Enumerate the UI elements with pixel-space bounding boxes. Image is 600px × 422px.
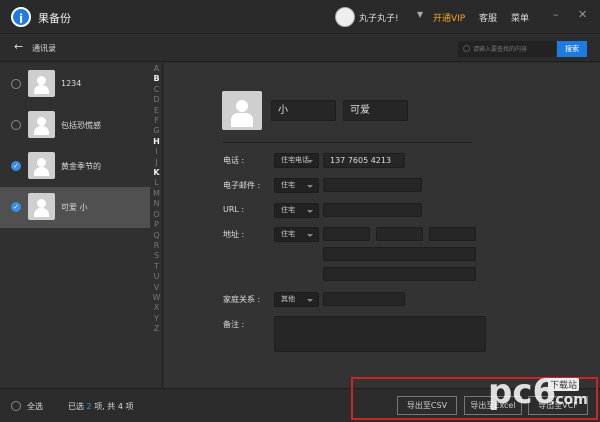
family-field[interactable] bbox=[323, 292, 405, 306]
contact-name: 可爱 小 bbox=[61, 203, 88, 212]
contact-avatar bbox=[28, 70, 55, 97]
index-letter[interactable]: R bbox=[150, 241, 163, 251]
phone-type-select[interactable]: 住宅电话 bbox=[274, 153, 319, 168]
sub-header: ← 通讯录 请输入要查找的内容 搜索 bbox=[0, 35, 600, 62]
index-letter[interactable]: I bbox=[150, 147, 163, 157]
app-title: 果备份 bbox=[38, 12, 71, 25]
contact-list-item[interactable]: ✓ 黄金季节的 bbox=[0, 146, 150, 187]
contact-checkbox[interactable]: ✓ bbox=[11, 202, 21, 212]
address-type-select[interactable]: 住宅 bbox=[274, 227, 319, 242]
email-type-select[interactable]: 住宅 bbox=[274, 178, 319, 193]
index-letter[interactable]: W bbox=[150, 293, 163, 303]
address-field-5[interactable] bbox=[323, 267, 476, 281]
index-letter[interactable]: G bbox=[150, 126, 163, 136]
contact-checkbox[interactable]: ✓ bbox=[11, 161, 21, 171]
index-letter[interactable]: A bbox=[150, 64, 163, 74]
contact-list-item[interactable]: ✓ 可爱 小 bbox=[0, 187, 150, 228]
address-field-3[interactable] bbox=[429, 227, 476, 241]
index-letter[interactable]: T bbox=[150, 262, 163, 272]
index-letter[interactable]: P bbox=[150, 220, 163, 230]
search-placeholder: 请输入要查找的内容 bbox=[473, 46, 528, 53]
search-icon bbox=[463, 45, 470, 52]
user-dropdown-icon[interactable]: ▼ bbox=[417, 10, 423, 19]
contact-avatar bbox=[28, 111, 55, 138]
address-field-4[interactable] bbox=[323, 247, 476, 261]
url-label: URL : bbox=[223, 205, 245, 214]
index-letter[interactable]: Y bbox=[150, 314, 163, 324]
contact-name: 包括恐慌感 bbox=[61, 121, 101, 130]
selected-prefix: 已选 bbox=[68, 402, 84, 411]
index-letter[interactable]: S bbox=[150, 251, 163, 261]
index-letter[interactable]: O bbox=[150, 210, 163, 220]
close-icon[interactable]: ✕ bbox=[578, 8, 587, 21]
contact-checkbox[interactable] bbox=[11, 79, 21, 89]
vip-link[interactable]: 开通VIP bbox=[433, 11, 465, 24]
index-letter[interactable]: V bbox=[150, 283, 163, 293]
selected-suffix: 项 bbox=[125, 402, 134, 411]
select-all-checkbox[interactable] bbox=[11, 401, 21, 411]
url-type-select[interactable]: 住宅 bbox=[274, 203, 319, 218]
index-letter[interactable]: F bbox=[150, 116, 163, 126]
service-link[interactable]: 客服 bbox=[479, 11, 497, 24]
index-letter[interactable]: J bbox=[150, 158, 163, 168]
index-letter[interactable]: D bbox=[150, 95, 163, 105]
index-letter[interactable]: Z bbox=[150, 324, 163, 334]
watermark-logo: pc6 bbox=[488, 372, 557, 412]
index-letter[interactable]: E bbox=[150, 106, 163, 116]
phone-label: 电话 : bbox=[223, 156, 245, 165]
contact-name: 1234 bbox=[61, 79, 82, 88]
index-letter[interactable]: N bbox=[150, 199, 163, 209]
address-field-2[interactable] bbox=[376, 227, 423, 241]
index-letter[interactable]: M bbox=[150, 189, 163, 199]
selection-status: 已选 2 项, 共 4 项 bbox=[68, 401, 133, 412]
app-logo-icon: i bbox=[11, 7, 31, 27]
contact-avatar bbox=[28, 193, 55, 220]
first-name-field[interactable]: 小 bbox=[271, 100, 336, 121]
email-field[interactable] bbox=[323, 178, 422, 192]
selected-count: 2 bbox=[86, 402, 92, 411]
select-all-label[interactable]: 全选 bbox=[27, 401, 43, 412]
notes-field[interactable] bbox=[274, 316, 486, 352]
total-count: 4 bbox=[117, 402, 123, 411]
minimize-icon[interactable]: – bbox=[553, 8, 559, 21]
family-type-select[interactable]: 其他 bbox=[274, 292, 319, 307]
selected-mid: 项, 共 bbox=[94, 402, 116, 411]
address-label: 地址 : bbox=[223, 230, 245, 239]
contact-name: 黄金季节的 bbox=[61, 162, 101, 171]
index-letter[interactable]: Q bbox=[150, 231, 163, 241]
index-letter[interactable]: K bbox=[150, 168, 163, 178]
search-input[interactable]: 请输入要查找的内容 bbox=[458, 41, 556, 57]
contact-checkbox[interactable] bbox=[11, 120, 21, 130]
address-field-1[interactable] bbox=[323, 227, 370, 241]
watermark-badge: 下载站 bbox=[548, 378, 580, 391]
index-letter[interactable]: H bbox=[150, 137, 163, 147]
index-letter[interactable]: U bbox=[150, 272, 163, 282]
contact-list-item[interactable]: 包括恐慌感 bbox=[0, 105, 150, 146]
user-name[interactable]: 丸子丸子! bbox=[359, 11, 399, 24]
search-button[interactable]: 搜索 bbox=[557, 41, 587, 57]
index-letter[interactable]: B bbox=[150, 74, 163, 84]
detail-avatar[interactable] bbox=[222, 91, 262, 130]
menu-link[interactable]: 菜单 bbox=[511, 11, 529, 24]
title-bar: i 果备份 丸子丸子! ▼ 开通VIP 客服 菜单 – ✕ bbox=[0, 0, 600, 34]
notes-label: 备注 : bbox=[223, 320, 245, 329]
url-field[interactable] bbox=[323, 203, 422, 217]
back-arrow-icon[interactable]: ← bbox=[14, 40, 23, 53]
contact-list-item[interactable]: 1234 bbox=[0, 64, 150, 105]
breadcrumb: 通讯录 bbox=[32, 44, 56, 53]
divider bbox=[223, 142, 472, 143]
index-letter[interactable]: C bbox=[150, 85, 163, 95]
index-letter[interactable]: X bbox=[150, 303, 163, 313]
phone-field[interactable]: 137 7605 4213 bbox=[323, 153, 405, 168]
index-letter[interactable]: L bbox=[150, 178, 163, 188]
family-label: 家庭关系 : bbox=[223, 295, 261, 304]
alphabet-index[interactable]: ABCDEFGHIJKLMNOPQRSTUVWXYZ bbox=[150, 64, 163, 335]
email-label: 电子邮件 : bbox=[223, 181, 261, 190]
last-name-field[interactable]: 可爱 bbox=[343, 100, 408, 121]
user-avatar[interactable] bbox=[335, 7, 355, 27]
contact-avatar bbox=[28, 152, 55, 179]
watermark-domain: .com bbox=[550, 392, 588, 408]
